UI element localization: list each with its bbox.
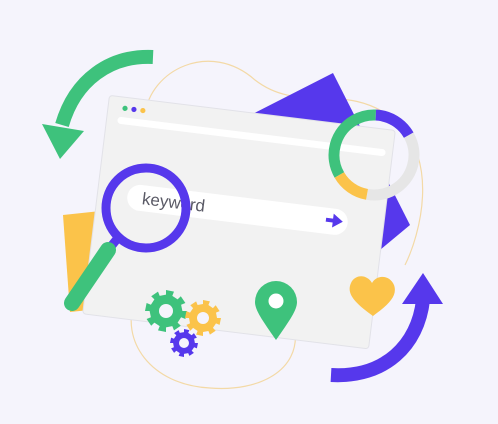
seo-search-illustration: keyword [42, 49, 443, 390]
browser-window: keyword [82, 95, 396, 350]
gear [170, 329, 198, 357]
